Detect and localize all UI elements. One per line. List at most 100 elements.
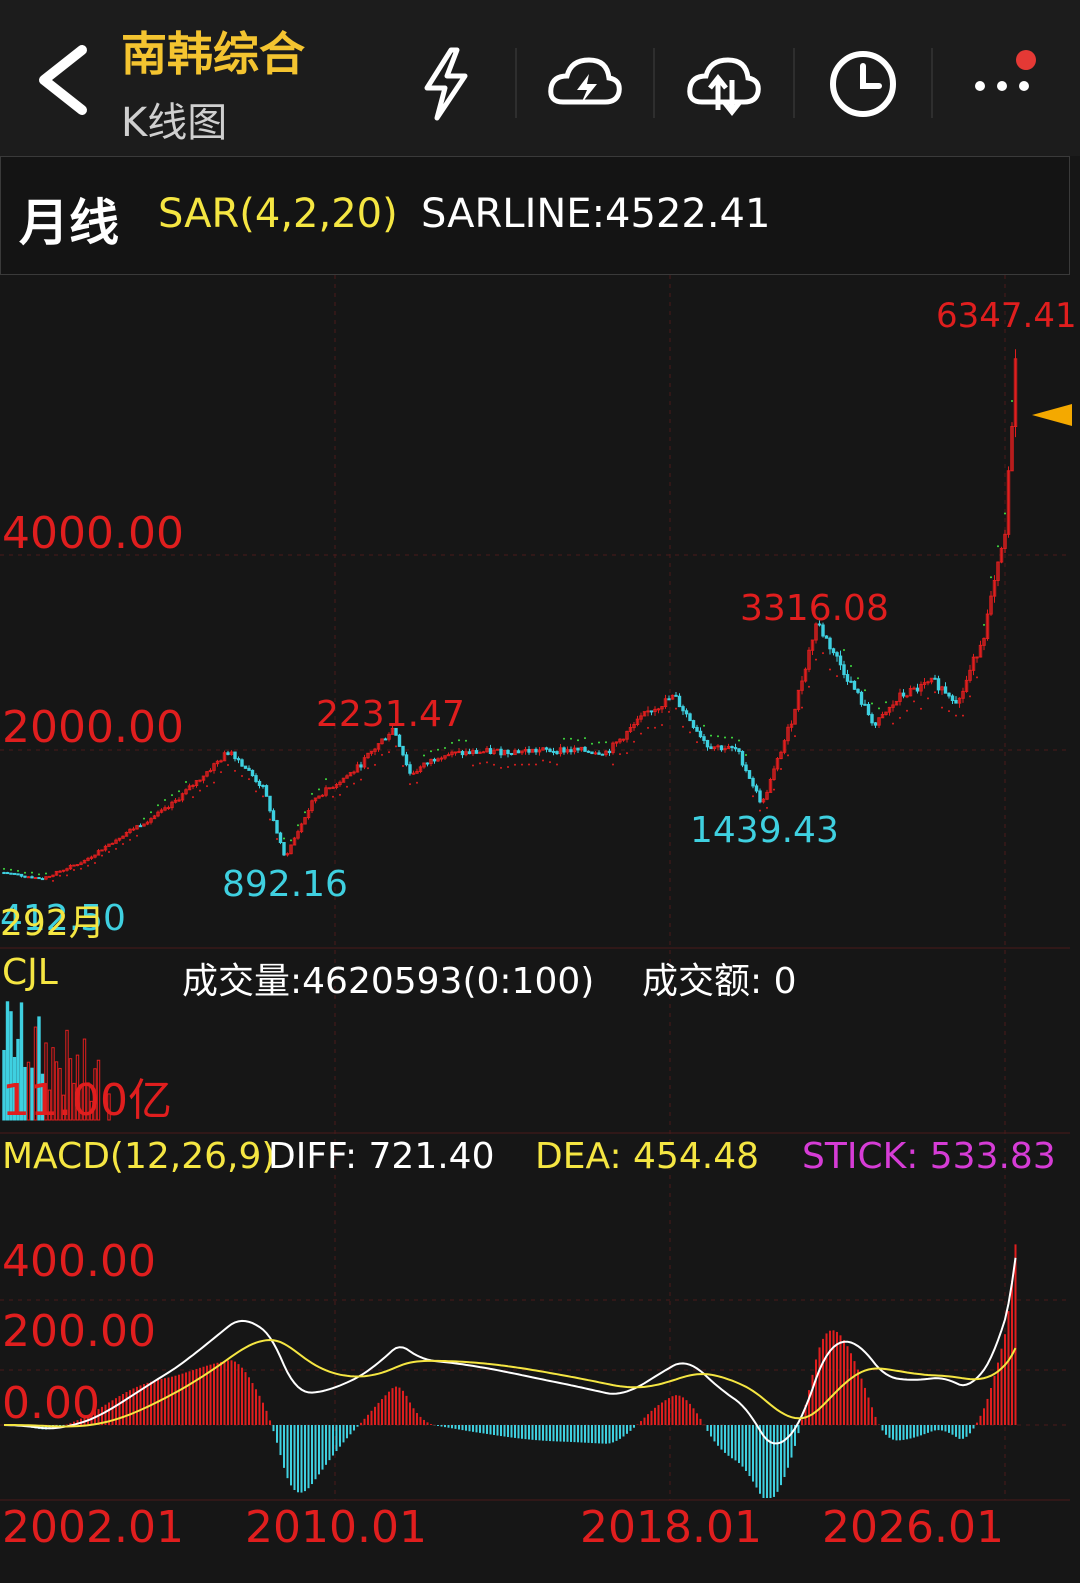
candle	[1010, 422, 1014, 472]
candle	[807, 647, 811, 673]
cloud-lightning-icon[interactable]	[545, 44, 625, 124]
sar-dot	[850, 665, 852, 668]
candle	[341, 777, 346, 783]
lightning-icon[interactable]	[407, 44, 487, 124]
sar-dot	[661, 724, 663, 727]
sar-dot	[941, 706, 943, 709]
candle	[975, 656, 979, 663]
candle	[103, 844, 108, 852]
candle	[653, 706, 657, 716]
candle	[586, 750, 591, 753]
candle	[940, 685, 944, 695]
candle	[226, 750, 230, 756]
candle	[275, 819, 279, 834]
candle	[1006, 466, 1011, 538]
sar-dot	[59, 874, 61, 877]
candle	[173, 797, 178, 804]
candle	[912, 686, 916, 690]
candle	[334, 782, 339, 790]
candle	[373, 747, 377, 756]
cloud-upload-icon[interactable]	[684, 44, 764, 124]
candle	[79, 861, 83, 866]
candle	[12, 872, 17, 875]
candle	[919, 681, 923, 696]
sar-dot	[185, 781, 187, 784]
sar-dot	[605, 741, 607, 744]
candle	[908, 685, 913, 697]
candle	[51, 874, 55, 878]
back-icon[interactable]	[30, 40, 100, 120]
sar-dot	[304, 811, 306, 814]
candle	[296, 829, 300, 840]
sar-dot	[213, 781, 215, 784]
sar-dot	[864, 689, 866, 692]
period-selector[interactable]: 月线	[19, 183, 119, 255]
sar-dot	[66, 874, 68, 877]
sar-indicator-name[interactable]: SAR(4,2,20)	[158, 191, 398, 237]
candle	[789, 720, 794, 732]
kline-chart[interactable]	[0, 275, 1080, 1583]
candle	[845, 669, 850, 685]
candle	[68, 864, 73, 870]
candle	[352, 770, 356, 775]
candle	[369, 750, 374, 756]
candle	[439, 756, 444, 762]
candle	[765, 789, 769, 801]
candle	[138, 823, 143, 828]
candle	[191, 783, 195, 790]
candle	[250, 769, 255, 777]
candle	[282, 842, 286, 856]
candle	[82, 859, 87, 864]
sar-dot	[843, 648, 845, 651]
candle	[254, 773, 258, 784]
macd-indicator-name[interactable]: MACD(12,26,9)	[2, 1136, 275, 1177]
candle	[163, 805, 167, 812]
candle	[898, 688, 902, 706]
volume-value: 成交量:4620593(0:100)	[182, 961, 595, 1002]
candle	[240, 758, 244, 767]
sar-dot	[997, 545, 999, 548]
candle	[471, 748, 475, 756]
candle	[597, 750, 601, 755]
sar-dot	[507, 766, 509, 769]
candle	[114, 838, 118, 844]
candle	[796, 689, 801, 712]
candle	[121, 835, 125, 839]
sar-dot	[948, 710, 950, 713]
candle	[257, 779, 262, 789]
sar-dot	[983, 623, 985, 626]
candle	[117, 837, 122, 842]
candle	[663, 694, 668, 709]
candle	[709, 743, 713, 750]
candle	[348, 772, 353, 777]
candle	[639, 712, 643, 723]
volume-indicator-name[interactable]: CJL	[2, 952, 58, 993]
sar-dot	[836, 675, 838, 678]
candle	[800, 675, 804, 695]
candle	[166, 805, 171, 810]
sar-dot	[318, 788, 320, 791]
candle	[432, 757, 437, 764]
sar-dot	[500, 766, 502, 769]
candle	[880, 711, 885, 719]
sar-dot	[570, 737, 572, 740]
candle	[495, 748, 500, 751]
candle	[404, 751, 409, 767]
sar-dots	[3, 400, 1013, 882]
candle	[719, 745, 724, 752]
candle	[922, 678, 927, 689]
candle	[93, 854, 97, 859]
candle	[768, 777, 773, 793]
candle	[667, 695, 671, 701]
clock-icon[interactable]	[823, 44, 903, 124]
candle	[523, 746, 528, 755]
price-axis-4000: 4000.00	[2, 508, 184, 559]
marker-low-2008: 892.16	[222, 864, 348, 905]
candle	[628, 723, 633, 733]
marker-left-overlap: 292月	[0, 903, 105, 944]
sar-dot	[640, 732, 642, 735]
candle	[996, 561, 1000, 587]
candle	[37, 877, 41, 880]
candle	[317, 795, 321, 799]
sar-dot	[934, 691, 936, 694]
